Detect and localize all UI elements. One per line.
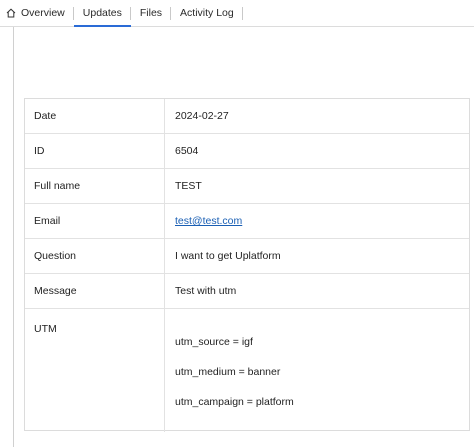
label-id: ID — [25, 134, 165, 168]
value-id: 6504 — [175, 145, 199, 157]
tab-bar: Overview Updates Files Activity Log — [0, 0, 474, 27]
label-question: Question — [25, 239, 165, 273]
tab-overview[interactable]: Overview — [0, 0, 74, 26]
email-link[interactable]: test@test.com — [175, 215, 242, 227]
label-message: Message — [25, 274, 165, 308]
row-id: ID 6504 — [25, 134, 469, 169]
value-date: 2024-02-27 — [175, 110, 229, 122]
value-email-cell: test@test.com — [165, 204, 469, 238]
tab-updates[interactable]: Updates — [73, 0, 131, 27]
label-email: Email — [25, 204, 165, 238]
label-utm: UTM — [25, 309, 165, 432]
record-details-table: Date 2024-02-27 ID 6504 Full name TEST E… — [24, 98, 470, 432]
utm-medium: utm_medium = banner — [175, 366, 281, 378]
tab-updates-label: Updates — [82, 7, 122, 19]
row-email: Email test@test.com — [25, 204, 469, 239]
tab-separator — [241, 7, 243, 20]
value-full-name: TEST — [175, 180, 202, 192]
utm-campaign: utm_campaign = platform — [175, 396, 294, 408]
row-message: Message Test with utm — [25, 274, 469, 309]
row-date: Date 2024-02-27 — [25, 99, 469, 134]
tab-overview-label: Overview — [21, 7, 65, 19]
tab-files[interactable]: Files — [131, 0, 172, 26]
row-question: Question I want to get Uplatform — [25, 239, 469, 274]
home-icon — [6, 8, 16, 18]
utm-source: utm_source = igf — [175, 336, 253, 348]
tab-activity-log[interactable]: Activity Log — [171, 0, 243, 26]
row-full-name: Full name TEST — [25, 169, 469, 204]
value-utm: utm_source = igf utm_medium = banner utm… — [165, 309, 469, 432]
label-date: Date — [25, 99, 165, 133]
tab-files-label: Files — [139, 7, 163, 19]
label-full-name: Full name — [25, 169, 165, 203]
tab-activity-log-label: Activity Log — [180, 7, 234, 19]
content-left-border — [13, 27, 14, 447]
value-message: Test with utm — [175, 285, 237, 297]
row-utm: UTM utm_source = igf utm_medium = banner… — [25, 309, 469, 432]
value-question: I want to get Uplatform — [175, 250, 281, 262]
